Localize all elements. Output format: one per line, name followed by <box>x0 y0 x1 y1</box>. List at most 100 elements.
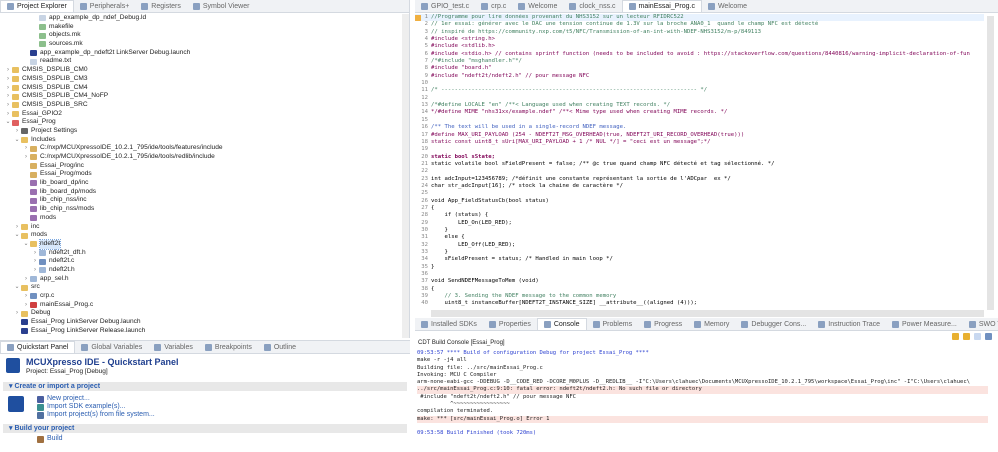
clear-console-icon[interactable] <box>974 333 981 340</box>
tab-welcome[interactable]: Welcome <box>702 0 753 12</box>
tab-swo-trace-conf-[interactable]: SWO Trace Conf... <box>963 318 998 330</box>
chevron-down-icon[interactable]: ⌄ <box>13 283 21 292</box>
tree-item[interactable]: › app_sel.h <box>0 275 401 284</box>
chevron-right-icon[interactable]: › <box>22 153 30 162</box>
tree-item[interactable]: › Essai_GPIO2 <box>0 110 401 119</box>
tree-item[interactable]: app_example_dp_ndef_Debug.ld <box>0 14 401 23</box>
code-line: 31 else { <box>415 234 984 241</box>
chevron-right-icon[interactable]: › <box>13 127 21 136</box>
tree-item[interactable]: › ndeft2t.h <box>0 266 401 275</box>
tree-item[interactable]: lib_chip_nss/inc <box>0 196 401 205</box>
tree-item[interactable]: › C:/nxp/MCUXpressoIDE_10.2.1_795/ide/too… <box>0 144 401 153</box>
tab-symbol-viewer[interactable]: Symbol Viewer <box>187 0 256 12</box>
tab-power-measure-[interactable]: Power Measure... <box>886 318 963 330</box>
tree-item[interactable]: › CMSIS_DSPLIB_CM4_NoFP <box>0 92 401 101</box>
chevron-right-icon[interactable]: › <box>4 66 12 75</box>
tab-console[interactable]: Console <box>536 318 587 330</box>
chevron-right-icon[interactable]: › <box>31 257 39 266</box>
editor-hscrollbar[interactable] <box>431 310 984 317</box>
chevron-right-icon[interactable]: › <box>31 249 39 258</box>
tab-problems[interactable]: Problems <box>587 318 639 330</box>
tree-item[interactable]: › CMSIS_DSPLIB_CM4 <box>0 84 401 93</box>
tree-item[interactable]: › Project Settings <box>0 127 401 136</box>
tree-item[interactable]: lib_board_dp/inc <box>0 179 401 188</box>
tab-debugger-cons-[interactable]: Debugger Cons... <box>735 318 812 330</box>
tree-item[interactable]: › crp.c <box>0 292 401 301</box>
tree-item[interactable]: › Debug <box>0 309 401 318</box>
scroll-lock-icon[interactable] <box>952 333 959 340</box>
quickstart-link-build[interactable]: Build <box>0 435 410 443</box>
chevron-right-icon[interactable]: › <box>4 92 12 101</box>
open-console-icon[interactable] <box>985 333 992 340</box>
quickstart-link-import-sdk-example-s-[interactable]: Import SDK example(s)... <box>0 403 410 411</box>
tab-quickstart-panel[interactable]: Quickstart Panel <box>0 341 76 353</box>
tree-item[interactable]: ⌄ Essai_Prog <box>0 118 401 127</box>
tree-item[interactable]: › mainEssai_Prog.c <box>0 301 401 310</box>
tab-installed-sdks[interactable]: Installed SDKs <box>415 318 483 330</box>
chevron-down-icon[interactable]: ⌄ <box>4 118 12 127</box>
tree-item[interactable]: readme.txt <box>0 57 401 66</box>
chevron-right-icon[interactable]: › <box>4 84 12 93</box>
tree-item[interactable]: › C:/nxp/MCUXpressoIDE_10.2.1_795/ide/too… <box>0 153 401 162</box>
tree-scrollbar[interactable] <box>402 14 409 338</box>
chevron-right-icon[interactable]: › <box>31 266 39 275</box>
editor-scrollbar[interactable] <box>987 16 994 310</box>
code-area[interactable]: 1//Programme pour lire données provenant… <box>415 14 984 310</box>
tree-item[interactable]: ⌄ ndeft2t <box>0 238 401 250</box>
tree-item[interactable]: ⌄ Includes <box>0 136 401 145</box>
tab-memory[interactable]: Memory <box>688 318 735 330</box>
tree-item[interactable]: › CMSIS_DSPLIB_CM3 <box>0 75 401 84</box>
tab-global-variables[interactable]: Global Variables <box>75 341 148 353</box>
tab-progress[interactable]: Progress <box>638 318 688 330</box>
tab-gpio-test-c[interactable]: GPIO_test.c <box>415 0 475 12</box>
tree-item[interactable]: Essai_Prog/mods <box>0 170 401 179</box>
tab-registers[interactable]: Registers <box>135 0 187 12</box>
tab-peripherals-[interactable]: Peripherals+ <box>74 0 136 12</box>
tab-outline[interactable]: Outline <box>258 341 302 353</box>
tree-item[interactable]: sources.mk <box>0 40 401 49</box>
chevron-right-icon[interactable]: › <box>4 110 12 119</box>
chevron-down-icon[interactable]: ⌄ <box>13 136 21 145</box>
tree-item[interactable]: Essai_Prog LinkServer Debug.launch <box>0 318 401 327</box>
tab-breakpoints[interactable]: Breakpoints <box>199 341 258 353</box>
chevron-down-icon[interactable]: ⌄ <box>13 231 21 240</box>
quickstart-link-import-project-s-from-file-system-[interactable]: Import project(s) from file system... <box>0 411 410 419</box>
tree-item[interactable]: objects.mk <box>0 31 401 40</box>
chevron-right-icon[interactable]: › <box>13 223 21 232</box>
tree-item[interactable]: Essai_Prog/inc <box>0 162 401 171</box>
tree-item[interactable]: app_example_dp_ndeft2t LinkServer Debug.… <box>0 49 401 58</box>
chevron-right-icon[interactable]: › <box>22 301 30 310</box>
tree-item[interactable]: Essai_Prog LinkServer Release.launch <box>0 327 401 336</box>
tree-item[interactable]: › ndeft2t_dft.h <box>0 249 401 258</box>
tree-item[interactable]: › ndeft2t.c <box>0 257 401 266</box>
chevron-right-icon[interactable]: › <box>4 75 12 84</box>
tree-item[interactable]: ⌄ src <box>0 283 401 292</box>
tab-variables[interactable]: Variables <box>148 341 199 353</box>
tab-properties[interactable]: Properties <box>483 318 537 330</box>
tree-item[interactable]: › CMSIS_DSPLIB_SRC <box>0 101 401 110</box>
tree-item[interactable]: ⌄ mods <box>0 231 401 240</box>
tab-project-explorer[interactable]: Project Explorer <box>0 0 74 12</box>
tab-instruction-trace[interactable]: Instruction Trace <box>812 318 886 330</box>
warning-marker-icon[interactable] <box>415 15 421 21</box>
chevron-right-icon[interactable]: › <box>22 292 30 301</box>
tab-mainessai-prog-c[interactable]: mainEssai_Prog.c <box>621 0 702 12</box>
chevron-right-icon[interactable]: › <box>22 144 30 153</box>
chevron-down-icon[interactable]: ⌄ <box>22 240 30 249</box>
tree-item[interactable]: › CMSIS_DSPLIB_CM0 <box>0 66 401 75</box>
tab-welcome[interactable]: Welcome <box>512 0 563 12</box>
tab-crp-c[interactable]: crp.c <box>475 0 512 12</box>
quickstart-link-new-project-[interactable]: New project... <box>0 395 410 403</box>
section-build[interactable]: ▾ Build your project <box>3 424 407 433</box>
section-create-import[interactable]: ▾ Create or import a project <box>3 382 407 391</box>
tree-item[interactable]: mods <box>0 214 401 223</box>
tree-item[interactable]: › inc <box>0 223 401 232</box>
chevron-right-icon[interactable]: › <box>22 275 30 284</box>
chevron-right-icon[interactable]: › <box>13 309 21 318</box>
tab-clock-nss-c[interactable]: clock_nss.c <box>563 0 621 12</box>
pin-icon[interactable] <box>963 333 970 340</box>
tree-item[interactable]: lib_chip_nss/mods <box>0 205 401 214</box>
tree-item[interactable]: makefile <box>0 23 401 32</box>
tree-item[interactable]: lib_board_dp/mods <box>0 188 401 197</box>
chevron-right-icon[interactable]: › <box>4 101 12 110</box>
